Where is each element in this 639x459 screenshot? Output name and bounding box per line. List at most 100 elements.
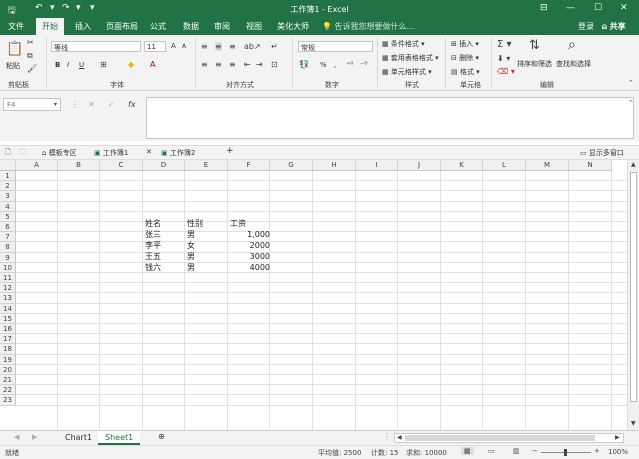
increase-indent-icon[interactable]: ⇥ [256, 60, 263, 69]
enter-icon[interactable]: ✓ [108, 100, 115, 109]
row-header-2[interactable]: 2 [0, 181, 16, 192]
share-button[interactable]: ⍝ 共享 [602, 21, 626, 32]
cell-d7[interactable]: 李平 [145, 240, 161, 251]
doc-tab-book2[interactable]: ▣ 工作簿2 [161, 148, 195, 158]
wrap-text-icon[interactable]: ↵ [271, 42, 278, 51]
shrink-font-button[interactable]: A [182, 43, 186, 50]
tab-data[interactable]: 数据 [183, 21, 199, 32]
ribbon-display-button[interactable]: ⊟ [540, 3, 548, 13]
horizontal-scrollbar[interactable]: ◀ ▶ [394, 433, 624, 443]
row-header-11[interactable]: 11 [0, 273, 16, 284]
cut-icon[interactable]: ✂ [27, 38, 34, 47]
delete-cells-button[interactable]: ⊟ 删除 ▾ [451, 53, 479, 63]
format-as-table-button[interactable]: ▦ 套用表格格式 ▾ [382, 53, 439, 63]
column-header-m[interactable]: M [526, 160, 569, 171]
row-header-13[interactable]: 13 [0, 293, 16, 304]
tab-view[interactable]: 视图 [246, 21, 262, 32]
scroll-down-icon[interactable]: ▼ [631, 420, 636, 427]
tab-home[interactable]: 开始 [36, 18, 64, 35]
cell-d6[interactable]: 张三 [145, 229, 161, 240]
paste-icon[interactable]: 📋 [6, 41, 23, 57]
cell-e6[interactable]: 男 [187, 229, 195, 240]
fill-icon[interactable]: ⬇ ▾ [497, 54, 510, 63]
tab-page-layout[interactable]: 页面布局 [106, 21, 138, 32]
cell-e7[interactable]: 女 [187, 240, 195, 251]
zoom-level[interactable]: 100% [608, 448, 628, 456]
percent-button[interactable]: % [320, 61, 327, 69]
cell-styles-button[interactable]: ▦ 单元格样式 ▾ [382, 67, 432, 77]
cell-e9[interactable]: 男 [187, 262, 195, 273]
align-top-icon[interactable]: ≡ [201, 42, 208, 51]
row-header-9[interactable]: 9 [0, 252, 16, 263]
sheet-tab-sheet1[interactable]: Sheet1 [98, 431, 141, 445]
cancel-icon[interactable]: ✕ [88, 100, 95, 109]
cell-d5[interactable]: 姓名 [145, 218, 161, 229]
clear-icon[interactable]: ⌫ ▾ [497, 67, 515, 76]
cell-f9[interactable]: 4000 [230, 262, 270, 273]
tab-review[interactable]: 审阅 [214, 21, 230, 32]
collapse-formula-icon[interactable]: ⌃ [628, 99, 634, 107]
column-header-k[interactable]: K [441, 160, 483, 171]
zoom-out-icon[interactable]: − [532, 447, 538, 455]
horizontal-scroll-thumb[interactable] [405, 435, 595, 441]
row-header-14[interactable]: 14 [0, 303, 16, 314]
row-header-21[interactable]: 21 [0, 375, 16, 386]
tab-split-handle[interactable]: ⋮ [383, 432, 391, 441]
page-break-view-icon[interactable]: ▥ [513, 447, 520, 455]
prev-sheet-icon[interactable]: ◀ [14, 433, 19, 441]
align-bottom-icon[interactable]: ≡ [229, 42, 236, 51]
row-header-3[interactable]: 3 [0, 191, 16, 202]
vertical-scrollbar[interactable]: ▲ ▼ [627, 160, 639, 430]
column-header-n[interactable]: N [569, 160, 612, 171]
name-box-dropdown-icon[interactable]: ▾ [54, 101, 57, 108]
font-color-icon[interactable]: A [150, 60, 155, 69]
add-sheet-icon[interactable]: ⊕ [158, 432, 165, 441]
collapse-ribbon-icon[interactable]: ⌃ [628, 79, 634, 87]
tab-formulas[interactable]: 公式 [150, 21, 166, 32]
cell-f5[interactable]: 工资 [230, 218, 246, 229]
column-header-d[interactable]: D [143, 160, 185, 171]
column-header-a[interactable]: A [16, 160, 58, 171]
sheet-tab-chart1[interactable]: Chart1 [58, 431, 99, 445]
tab-file[interactable]: 文件 [8, 21, 24, 32]
row-header-12[interactable]: 12 [0, 283, 16, 294]
worksheet-grid[interactable]: ABCDEFGHIJKLMN 1 2 3 4 5 6 7 8 9 10 11 12 13 14 15 16 17… [0, 160, 627, 430]
column-header-j[interactable]: J [398, 160, 441, 171]
scroll-right-icon[interactable]: ▶ [615, 434, 620, 441]
cell-d8[interactable]: 王五 [145, 251, 161, 262]
row-header-7[interactable]: 7 [0, 232, 16, 243]
column-header-h[interactable]: H [313, 160, 356, 171]
tell-me-box[interactable]: 💡 告诉我您想要做什么... [322, 21, 414, 32]
paste-button[interactable]: 粘贴 [6, 61, 20, 71]
name-box[interactable]: F4 [3, 98, 61, 111]
conditional-format-button[interactable]: ▦ 条件格式 ▾ [382, 39, 425, 49]
currency-icon[interactable]: 💱 [299, 60, 309, 69]
align-left-icon[interactable]: ≡ [201, 60, 208, 69]
cell-e8[interactable]: 男 [187, 251, 195, 262]
find-select-button[interactable]: 查找和选择 [556, 59, 591, 69]
column-header-e[interactable]: E [185, 160, 228, 171]
tab-insert[interactable]: 插入 [75, 21, 91, 32]
login-link[interactable]: 登录 [578, 21, 594, 32]
row-header-5[interactable]: 5 [0, 211, 16, 222]
bold-button[interactable]: B [55, 61, 60, 69]
format-painter-icon[interactable]: 🖌 [27, 64, 37, 73]
number-format-select[interactable]: 常规 [298, 41, 373, 52]
zoom-slider-thumb[interactable] [564, 449, 567, 456]
sort-filter-icon[interactable]: ⇅ [529, 38, 540, 53]
insert-cells-button[interactable]: ⊞ 插入 ▾ [451, 39, 479, 49]
align-right-icon[interactable]: ≡ [229, 60, 236, 69]
column-header-l[interactable]: L [483, 160, 526, 171]
row-header-20[interactable]: 20 [0, 364, 16, 375]
vertical-scroll-thumb[interactable] [630, 172, 637, 402]
grow-font-button[interactable]: A [171, 42, 176, 50]
normal-view-icon[interactable]: ▦ [461, 447, 474, 455]
format-cells-button[interactable]: ▤ 格式 ▾ [451, 67, 480, 77]
row-header-15[interactable]: 15 [0, 313, 16, 324]
cell-f6[interactable]: 1,000 [230, 229, 270, 240]
insert-function-icon[interactable]: fx [128, 100, 136, 109]
border-icon[interactable]: ⊞ [100, 60, 107, 69]
align-middle-icon[interactable]: ≡ [215, 42, 222, 51]
row-header-16[interactable]: 16 [0, 324, 16, 335]
cell-e5[interactable]: 性别 [187, 218, 203, 229]
